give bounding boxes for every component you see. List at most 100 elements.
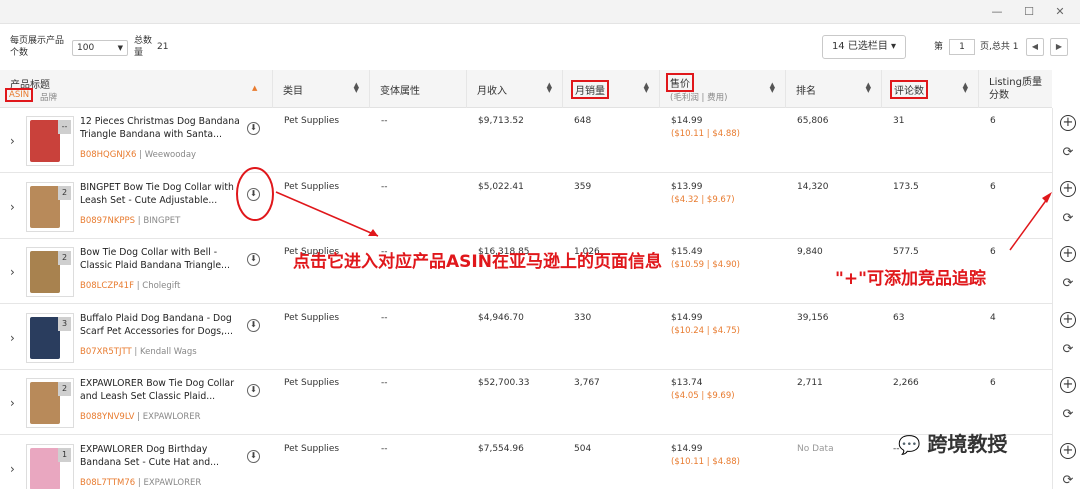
add-tracking-plus-icon[interactable]: + (1060, 115, 1076, 131)
asin-link[interactable]: B08LCZP41F (80, 281, 134, 291)
amazon-link-icon[interactable]: ⬇ (247, 122, 260, 135)
margin-cell: ($4.32 | $9.67) (671, 194, 735, 205)
sales-cell: 330 (574, 312, 592, 323)
revenue-cell: $4,946.70 (478, 312, 524, 323)
price-cell: $15.49 (671, 247, 703, 257)
header-listing-quality-label: Listing质量分数 (989, 77, 1042, 101)
close-button[interactable]: ✕ (1051, 3, 1069, 21)
minimize-button[interactable]: — (988, 3, 1006, 21)
prev-page-button[interactable]: ◀ (1026, 38, 1044, 56)
asin-link[interactable]: B088YNV9LV (80, 412, 134, 422)
variant-cell: -- (381, 312, 388, 323)
per-page-select[interactable]: 100 ▼ (72, 40, 128, 56)
header-reviews[interactable]: 评论数 ▲ ▼ (881, 70, 978, 108)
add-tracking-plus-icon[interactable]: + (1060, 377, 1076, 393)
header-revenue[interactable]: 月收入 ▲ ▼ (466, 70, 562, 108)
table-row[interactable]: › 2 BINGPET Bow Tie Dog Collar with Leas… (0, 173, 1052, 239)
variant-cell: -- (381, 443, 388, 454)
product-name: 12 Pieces Christmas Dog Bandana Triangle… (80, 116, 240, 140)
refresh-icon[interactable]: ⟳ (1060, 407, 1076, 423)
reviews-cell: 63 (893, 312, 905, 323)
product-thumbnail[interactable]: 2 (26, 378, 74, 428)
add-tracking-plus-icon[interactable]: + (1060, 246, 1076, 262)
sort-icon[interactable]: ▲ ▼ (866, 82, 871, 94)
variant-count-badge: 2 (58, 185, 71, 200)
sort-icon[interactable]: ▲ ▼ (770, 82, 775, 94)
add-tracking-plus-icon[interactable]: + (1060, 442, 1076, 459)
sort-icon[interactable]: ▲ ▼ (963, 82, 968, 94)
refresh-icon[interactable]: ⟳ (1060, 473, 1076, 489)
refresh-icon[interactable]: ⟳ (1060, 145, 1076, 161)
margin-cell: ($4.05 | $9.69) (671, 391, 735, 401)
maximize-button[interactable]: ☐ (1020, 3, 1038, 21)
page-input[interactable]: 1 (949, 39, 975, 55)
product-thumbnail[interactable]: 2 (26, 181, 74, 232)
add-tracking-plus-icon[interactable]: + (1060, 311, 1076, 328)
header-variant[interactable]: 变体属性 (369, 70, 466, 108)
table-row[interactable]: › 2 EXPAWLORER Bow Tie Dog Collar and Le… (0, 370, 1052, 435)
sort-icon[interactable]: ▲ ▼ (354, 82, 359, 94)
chevron-right-icon[interactable]: › (10, 331, 15, 345)
header-category[interactable]: 类目 ▲ ▼ (272, 70, 369, 108)
annotation-asin-note: 点击它进入对应产品ASIN在亚马逊上的页面信息 (293, 252, 662, 272)
rank-cell: 65,806 (797, 116, 829, 126)
next-page-button[interactable]: ▶ (1050, 38, 1068, 56)
columns-button[interactable]: 14 已选栏目 ▾ (822, 35, 906, 59)
chevron-right-icon[interactable]: › (10, 134, 15, 148)
product-image (30, 251, 60, 293)
asin-link[interactable]: B0897NKPPS (80, 216, 135, 226)
product-name: EXPAWLORER Dog Birthday Bandana Set - Cu… (80, 443, 219, 468)
rank-cell: 9,840 (797, 247, 823, 257)
revenue-cell: $7,554.96 (478, 443, 524, 454)
amazon-link-icon[interactable]: ⬇ (247, 253, 260, 266)
amazon-link-icon[interactable]: ⬇ (247, 318, 260, 332)
reviews-cell: 31 (893, 116, 905, 126)
header-product[interactable]: 产品标题 ASIN 品牌 ▲ (0, 70, 272, 108)
chevron-right-icon[interactable]: › (10, 265, 15, 279)
table-header: 产品标题 ASIN 品牌 ▲ 类目 ▲ ▼ 变体属性 月收入 ▲ ▼ 月销量 ▲ ▼ … (0, 70, 1052, 108)
brand-name: EXPAWLORER (143, 477, 202, 488)
price-cell: $14.99 (671, 312, 703, 323)
sort-icon[interactable]: ▲ ▼ (644, 82, 649, 94)
sales-cell: 504 (574, 443, 592, 454)
amazon-link-icon[interactable]: ⬇ (247, 187, 260, 201)
asin-link[interactable]: B07XR5TJTT (80, 347, 132, 357)
product-name: EXPAWLORER Bow Tie Dog Collar and Leash … (80, 378, 235, 402)
table-row[interactable]: › 3 Buffalo Plaid Dog Bandana - Dog Scar… (0, 304, 1052, 370)
chevron-right-icon[interactable]: › (10, 396, 15, 410)
asin-link[interactable]: B08HQGNJX6 (80, 150, 136, 160)
table-row[interactable]: › 1 EXPAWLORER Dog Birthday Bandana Set … (0, 435, 1052, 489)
add-tracking-plus-icon[interactable]: + (1060, 180, 1076, 197)
refresh-icon[interactable]: ⟳ (1060, 211, 1076, 227)
chevron-right-icon[interactable]: › (10, 462, 15, 476)
amazon-link-icon[interactable]: ⬇ (247, 384, 260, 397)
header-listing-quality[interactable]: Listing质量分数 (978, 70, 1052, 108)
product-asin-line: B08L7TTM76 | EXPAWLORER (80, 477, 202, 488)
refresh-icon[interactable]: ⟳ (1060, 276, 1076, 292)
product-thumbnail[interactable]: 3 (26, 312, 74, 363)
header-product-title: 产品标题 (10, 80, 50, 91)
header-sales[interactable]: 月销量 ▲ ▼ (562, 70, 659, 108)
header-rank[interactable]: 排名 ▲ ▼ (785, 70, 881, 108)
category-cell: Pet Supplies (284, 312, 340, 323)
product-thumbnail[interactable]: 2 (26, 247, 74, 297)
product-asin-line: B08HQGNJX6 | Weewooday (80, 150, 197, 160)
watermark: 💬 跨境教授 (898, 428, 1007, 457)
rank-cell: 39,156 (797, 312, 829, 323)
product-name: Bow Tie Dog Collar with Bell - Classic P… (80, 247, 230, 271)
reviews-cell: 577.5 (893, 247, 919, 257)
quality-cell: 6 (990, 378, 996, 388)
per-page-value: 100 (77, 43, 95, 53)
brand-name: Kendall Wags (140, 346, 197, 357)
product-thumbnail[interactable]: 1 (26, 443, 74, 489)
asin-link[interactable]: B08L7TTM76 (80, 478, 135, 488)
chevron-down-icon: ▼ (117, 44, 123, 52)
header-price[interactable]: 售价 (毛利润 | 费用) ▲ ▼ (659, 70, 785, 108)
sort-icon[interactable]: ▲ ▼ (547, 82, 552, 94)
amazon-link-icon[interactable]: ⬇ (247, 449, 260, 463)
table-row[interactable]: › -- 12 Pieces Christmas Dog Bandana Tri… (0, 108, 1052, 173)
chevron-right-icon[interactable]: › (10, 200, 15, 214)
product-thumbnail[interactable]: -- (26, 116, 74, 166)
refresh-icon[interactable]: ⟳ (1060, 342, 1076, 358)
sort-asc-icon[interactable]: ▲ (252, 84, 257, 92)
